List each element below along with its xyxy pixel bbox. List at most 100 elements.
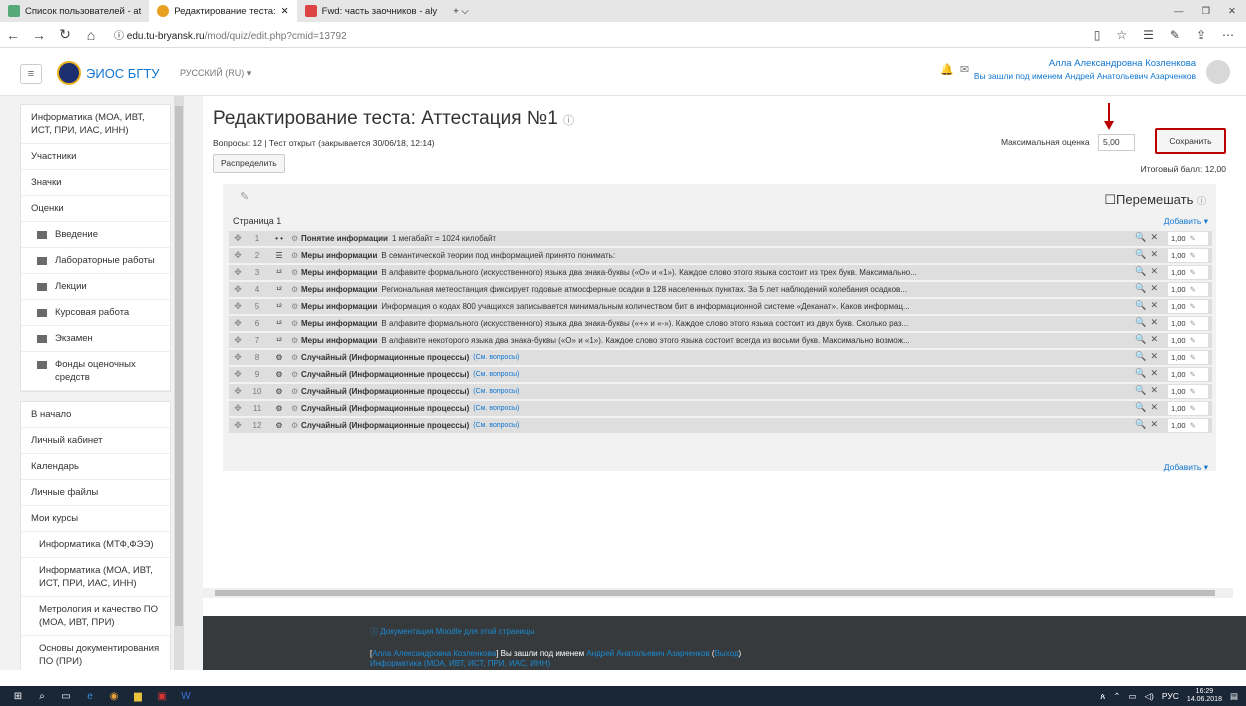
- move-icon[interactable]: ✥: [229, 335, 247, 346]
- network-icon[interactable]: ▭: [1128, 691, 1136, 702]
- input-language[interactable]: РУС: [1162, 691, 1179, 701]
- sidebar-item-course[interactable]: Метрология и качество ПО (МОА, ИВТ, ПРИ): [21, 597, 170, 636]
- move-icon[interactable]: ✥: [229, 352, 247, 363]
- windows-start-icon[interactable]: ⊞: [6, 691, 30, 702]
- browser-tab-active[interactable]: Редактирование теста: ✕: [149, 0, 297, 22]
- notifications-center-icon[interactable]: ▤: [1230, 691, 1238, 702]
- edit-mark-icon[interactable]: ✎: [1190, 336, 1196, 345]
- edit-mark-icon[interactable]: ✎: [1190, 302, 1196, 311]
- browser-tab[interactable]: Список пользователей - at: [0, 0, 149, 22]
- search-icon[interactable]: ⌕: [30, 691, 54, 702]
- close-window-icon[interactable]: ✕: [1228, 6, 1236, 17]
- people-icon[interactable]: ጰ: [1100, 691, 1105, 702]
- edit-mark-icon[interactable]: ✎: [1190, 404, 1196, 413]
- edit-mark-icon[interactable]: ✎: [1190, 285, 1196, 294]
- url-field[interactable]: ⓘ edu.tu-bryansk.ru/mod/quiz/edit.php?cm…: [114, 27, 347, 42]
- preview-icon[interactable]: 🔍: [1135, 266, 1150, 276]
- question-name[interactable]: Меры информации: [301, 336, 377, 345]
- notifications-icon[interactable]: 🔔: [940, 64, 954, 76]
- sidebar-item-section[interactable]: Введение: [21, 222, 170, 248]
- move-icon[interactable]: ✥: [229, 233, 247, 244]
- user-info[interactable]: Алла Александровна Козленкова Вы зашли п…: [974, 58, 1196, 82]
- edit-mark-icon[interactable]: ✎: [1190, 387, 1196, 396]
- edit-mark-icon[interactable]: ✎: [1190, 353, 1196, 362]
- footer-as-user-link[interactable]: Андрей Анатольевич Азарченков: [586, 649, 709, 658]
- question-text[interactable]: (См. вопросы): [473, 405, 519, 412]
- question-mark[interactable]: 1,00 ✎: [1168, 419, 1208, 432]
- move-icon[interactable]: ✥: [229, 369, 247, 380]
- edit-heading-icon[interactable]: ✎: [240, 190, 249, 203]
- question-mark[interactable]: 1,00 ✎: [1168, 368, 1208, 381]
- sidebar-item-section[interactable]: Лекции: [21, 274, 170, 300]
- question-mark[interactable]: 1,00 ✎: [1168, 385, 1208, 398]
- distribute-button[interactable]: Распределить: [213, 154, 285, 173]
- preview-icon[interactable]: 🔍: [1135, 249, 1150, 259]
- preview-icon[interactable]: 🔍: [1135, 232, 1150, 242]
- gear-icon[interactable]: ⚙: [291, 387, 301, 396]
- back-icon[interactable]: ←: [0, 27, 26, 43]
- move-icon[interactable]: ✥: [229, 267, 247, 278]
- delete-icon[interactable]: ✕: [1150, 283, 1162, 293]
- preview-icon[interactable]: 🔍: [1135, 283, 1150, 293]
- max-grade-input[interactable]: 5,00: [1098, 134, 1135, 151]
- question-mark[interactable]: 1,00 ✎: [1168, 402, 1208, 415]
- gear-icon[interactable]: ⚙: [291, 353, 301, 362]
- delete-icon[interactable]: ✕: [1150, 266, 1162, 276]
- question-name[interactable]: Меры информации: [301, 302, 377, 311]
- sidebar-item-dashboard[interactable]: Личный кабинет: [21, 428, 170, 454]
- pdf-icon[interactable]: ▣: [150, 691, 174, 702]
- sidebar-item-files[interactable]: Личные файлы: [21, 480, 170, 506]
- delete-icon[interactable]: ✕: [1150, 402, 1162, 412]
- share-icon[interactable]: ⇪: [1196, 28, 1206, 42]
- question-text[interactable]: (См. вопросы): [473, 422, 519, 429]
- question-mark[interactable]: 1,00 ✎: [1168, 317, 1208, 330]
- gear-icon[interactable]: ⚙: [291, 319, 301, 328]
- question-text[interactable]: (См. вопросы): [473, 371, 519, 378]
- question-name[interactable]: Случайный (Информационные процессы): [301, 370, 469, 379]
- edit-mark-icon[interactable]: ✎: [1190, 268, 1196, 277]
- delete-icon[interactable]: ✕: [1150, 232, 1162, 242]
- gear-icon[interactable]: ⚙: [291, 302, 301, 311]
- question-name[interactable]: Меры информации: [301, 319, 377, 328]
- sidebar-item-calendar[interactable]: Календарь: [21, 454, 170, 480]
- question-mark[interactable]: 1,00 ✎: [1168, 334, 1208, 347]
- explorer-icon[interactable]: ▆: [126, 691, 150, 702]
- add-menu-top[interactable]: Добавить ▾: [1164, 216, 1208, 227]
- question-name[interactable]: Случайный (Информационные процессы): [301, 353, 469, 362]
- preview-icon[interactable]: 🔍: [1135, 368, 1150, 378]
- sidebar-item-course[interactable]: Информатика (МОА, ИВТ, ИСТ, ПРИ, ИАС, ИН…: [21, 558, 170, 597]
- delete-icon[interactable]: ✕: [1150, 334, 1162, 344]
- delete-icon[interactable]: ✕: [1150, 351, 1162, 361]
- pen-icon[interactable]: ✎: [1170, 28, 1180, 42]
- word-icon[interactable]: W: [174, 691, 198, 702]
- gear-icon[interactable]: ⚙: [291, 285, 301, 294]
- edit-mark-icon[interactable]: ✎: [1190, 319, 1196, 328]
- move-icon[interactable]: ✥: [229, 284, 247, 295]
- move-icon[interactable]: ✥: [229, 403, 247, 414]
- edit-mark-icon[interactable]: ✎: [1190, 234, 1196, 243]
- logout-link[interactable]: Выход: [715, 649, 739, 658]
- question-name[interactable]: Случайный (Информационные процессы): [301, 404, 469, 413]
- gear-icon[interactable]: ⚙: [291, 251, 301, 260]
- move-icon[interactable]: ✥: [229, 318, 247, 329]
- delete-icon[interactable]: ✕: [1150, 317, 1162, 327]
- footer-course-link[interactable]: Информатика (МОА, ИВТ, ИСТ, ПРИ, ИАС, ИН…: [370, 659, 550, 668]
- site-name[interactable]: ЭИОС БГТУ: [86, 66, 160, 81]
- question-name[interactable]: Случайный (Информационные процессы): [301, 421, 469, 430]
- help-icon[interactable]: ⓘ: [563, 115, 574, 127]
- home-icon[interactable]: ⌂: [78, 27, 104, 43]
- gear-icon[interactable]: ⚙: [291, 404, 301, 413]
- horizontal-scrollbar[interactable]: [203, 588, 1233, 598]
- delete-icon[interactable]: ✕: [1150, 419, 1162, 429]
- move-icon[interactable]: ✥: [229, 420, 247, 431]
- language-menu[interactable]: РУССКИЙ (RU) ▾: [180, 68, 251, 79]
- sidebar-scrollbar[interactable]: [174, 96, 184, 670]
- favorites-icon[interactable]: ☰: [1143, 28, 1154, 42]
- volume-icon[interactable]: ◁): [1145, 691, 1154, 702]
- favorite-star-icon[interactable]: ☆: [1116, 28, 1127, 42]
- preview-icon[interactable]: 🔍: [1135, 419, 1150, 429]
- move-icon[interactable]: ✥: [229, 301, 247, 312]
- question-mark[interactable]: 1,00 ✎: [1168, 283, 1208, 296]
- sidebar-item-course[interactable]: Информатика (МОА, ИВТ, ИСТ, ПРИ, ИАС, ИН…: [21, 105, 170, 144]
- question-name[interactable]: Меры информации: [301, 268, 377, 277]
